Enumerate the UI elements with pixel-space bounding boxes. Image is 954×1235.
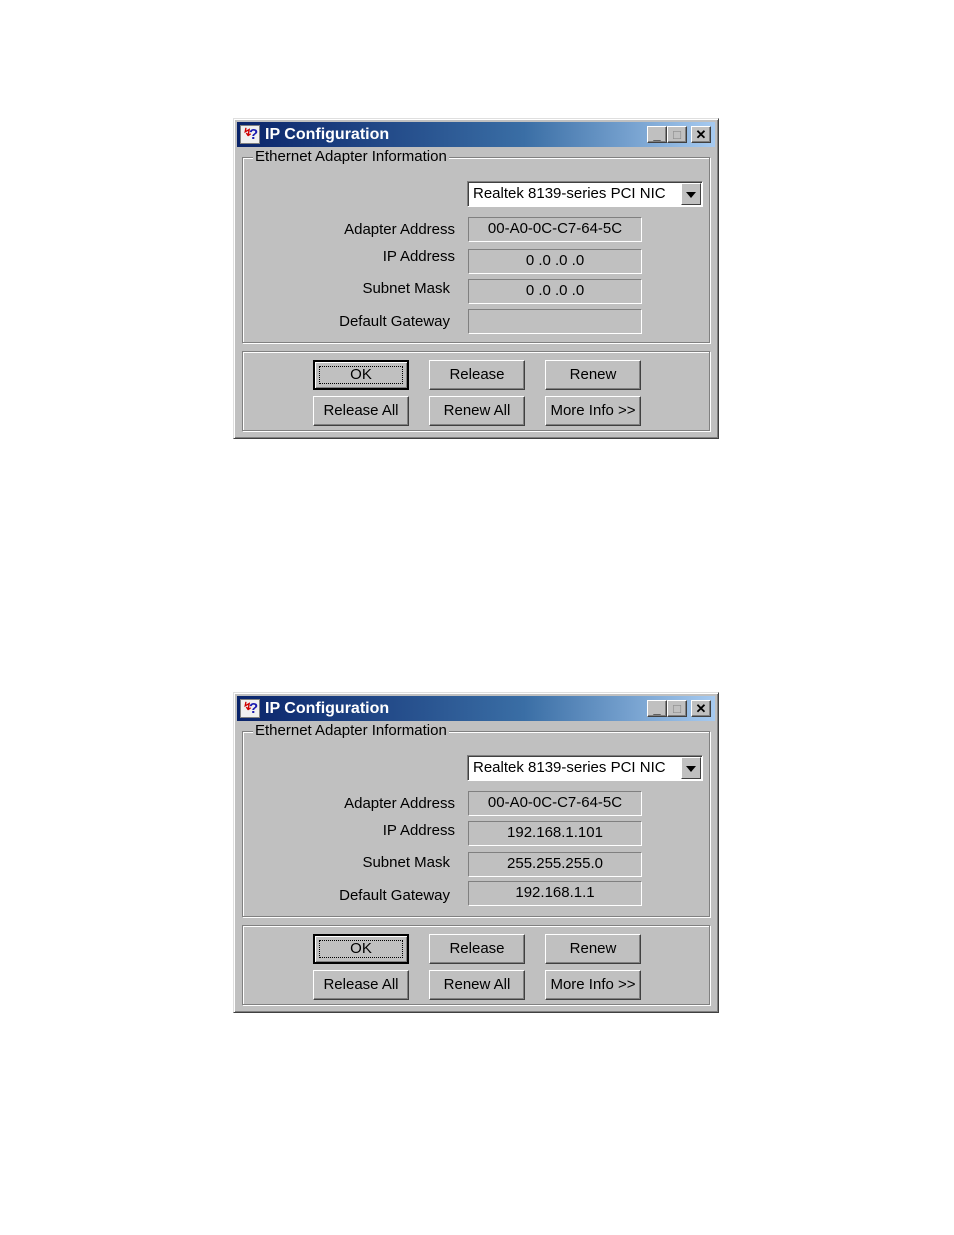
adapter-info-group: Ethernet Adapter Information Realtek 813… [242, 722, 710, 917]
window-title: IP Configuration [265, 126, 390, 143]
default-gateway-label: Default Gateway [339, 313, 450, 330]
close-button[interactable]: ✕ [691, 700, 711, 717]
release-button[interactable]: Release [429, 360, 525, 390]
button-group: OK Release Renew Release All Renew All M… [242, 925, 710, 1005]
adapter-select-value: Realtek 8139-series PCI NIC [473, 185, 666, 202]
renew-button[interactable]: Renew [545, 360, 641, 390]
subnet-mask-field: 255.255.255.0 [468, 852, 642, 877]
ip-address-label: IP Address [382, 248, 455, 265]
release-all-button[interactable]: Release All [313, 396, 409, 426]
group-label: Ethernet Adapter Information [253, 722, 449, 740]
adapter-info-group: Ethernet Adapter Information Realtek 813… [242, 148, 710, 343]
default-gateway-field: 192.168.1.1 [468, 881, 642, 906]
winipcfg-help-icon: ↯? [240, 125, 260, 144]
title-bar[interactable]: ↯? IP Configuration _ □ ✕ [237, 122, 715, 147]
window-title: IP Configuration [265, 700, 390, 717]
group-label: Ethernet Adapter Information [253, 148, 449, 166]
subnet-mask-field: 0 .0 .0 .0 [468, 279, 642, 304]
more-info-button[interactable]: More Info >> [545, 396, 641, 426]
adapter-select[interactable]: Realtek 8139-series PCI NIC [467, 755, 703, 781]
renew-button[interactable]: Renew [545, 934, 641, 964]
ip-address-field: 0 .0 .0 .0 [468, 249, 642, 274]
release-button[interactable]: Release [429, 934, 525, 964]
ip-configuration-window-before: ↯? IP Configuration _ □ ✕ Ethernet Adapt… [233, 118, 719, 439]
adapter-select-value: Realtek 8139-series PCI NIC [473, 759, 666, 776]
ip-address-label: IP Address [382, 822, 455, 839]
chevron-down-icon[interactable] [681, 183, 701, 205]
default-gateway-label: Default Gateway [339, 887, 450, 904]
adapter-address-label: Adapter Address [344, 795, 455, 812]
default-gateway-field [468, 309, 642, 334]
subnet-mask-label: Subnet Mask [362, 280, 450, 297]
more-info-button[interactable]: More Info >> [545, 970, 641, 1000]
close-button[interactable]: ✕ [691, 126, 711, 143]
adapter-select[interactable]: Realtek 8139-series PCI NIC [467, 181, 703, 207]
adapter-address-label: Adapter Address [344, 221, 455, 238]
maximize-button[interactable]: □ [667, 126, 687, 143]
adapter-address-field: 00-A0-0C-C7-64-5C [468, 217, 642, 242]
renew-all-button[interactable]: Renew All [429, 396, 525, 426]
ip-configuration-window-after: ↯? IP Configuration _ □ ✕ Ethernet Adapt… [233, 692, 719, 1013]
ok-button[interactable]: OK [313, 360, 409, 390]
ip-address-field: 192.168.1.101 [468, 821, 642, 846]
ok-button[interactable]: OK [313, 934, 409, 964]
renew-all-button[interactable]: Renew All [429, 970, 525, 1000]
button-group: OK Release Renew Release All Renew All M… [242, 351, 710, 431]
maximize-button[interactable]: □ [667, 700, 687, 717]
subnet-mask-label: Subnet Mask [362, 854, 450, 871]
minimize-button[interactable]: _ [647, 126, 667, 143]
chevron-down-icon[interactable] [681, 757, 701, 779]
title-bar[interactable]: ↯? IP Configuration _ □ ✕ [237, 696, 715, 721]
minimize-button[interactable]: _ [647, 700, 667, 717]
winipcfg-help-icon: ↯? [240, 699, 260, 718]
adapter-address-field: 00-A0-0C-C7-64-5C [468, 791, 642, 816]
release-all-button[interactable]: Release All [313, 970, 409, 1000]
